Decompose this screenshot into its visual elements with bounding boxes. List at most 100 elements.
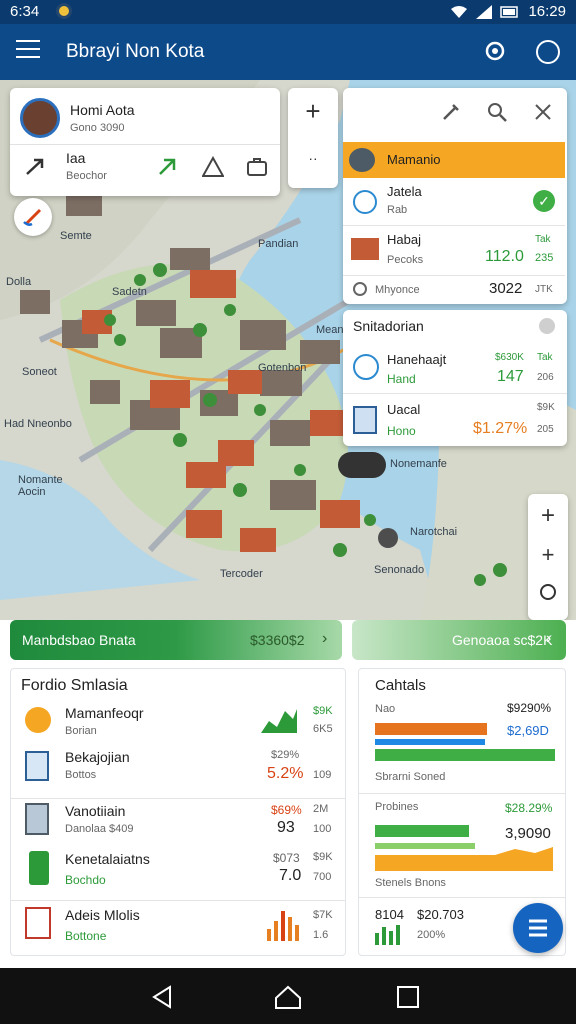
recents-icon[interactable] [396,985,420,1009]
shadow-item-title: Uacal [387,402,421,417]
menu-icon[interactable] [16,40,40,60]
r1-bar-orange [375,723,487,735]
wifi-icon [451,5,468,18]
map-controls: + + [528,494,568,620]
map-label: Nomante Aocin [18,474,63,498]
signal-icon [476,4,493,19]
results-header[interactable]: Mamanio [343,142,565,178]
banner-right[interactable]: Genoaoa sc$2K › [352,620,566,660]
r1-bar-green [375,749,555,761]
list-item[interactable]: Kenetalaiatns Bochdo $073 7.0 $9K 700 [11,849,345,901]
settings-icon[interactable] [539,318,555,334]
result-value: 3022 [489,280,523,297]
s1-label: Sbrarni Soned [375,771,446,783]
item-title: Vanotiiain [65,803,126,819]
item-value3: $9K [313,851,333,863]
briefcase-icon[interactable] [246,156,268,178]
item-title: Bekajojian [65,749,130,765]
list-item[interactable]: Bekajojian Bottos $29% 5.2% 109 [11,749,345,799]
location-settings-icon[interactable] [482,38,508,64]
map-label: Sadetn [112,286,147,298]
f3-value: 200% [417,929,446,941]
item-sub: Bottone [65,929,107,943]
map-view[interactable]: Semte Pandian Dolla Sadetn Soneot Gotenb… [0,80,576,620]
home-icon[interactable] [274,984,302,1010]
list-item[interactable]: Mamanfeoqr Borian $9K 6K5 [11,701,345,751]
directions-icon[interactable] [156,156,178,178]
shadow-item-value: 147 [497,368,524,385]
item-value: $073 [273,851,300,865]
zoom-in-small-button[interactable]: + [528,502,568,532]
badge-icon [25,707,51,733]
shadow-row[interactable]: Uacal Hono $1.27% $9K 205 [343,396,567,444]
area-chart [375,847,553,871]
warning-icon[interactable] [202,156,224,178]
shadow-row[interactable]: Hanehaajt Hand 147 $630K Tak 206 [343,342,567,394]
item-sub: Bochdo [65,873,106,887]
report-icon [25,907,51,939]
item-value: $29% [271,749,300,761]
zoom-card: + ·· [288,88,338,188]
item-value2: 1.6 [313,929,329,941]
target-icon [353,354,379,380]
list-item[interactable]: Vanotiiain Danolaa $409 $69% 93 2M 100 [11,799,345,851]
radio-icon[interactable] [353,282,367,296]
list-item[interactable]: Adeis Mlolis Bottone $7K 1.6 [11,901,345,955]
item-title: Mamanfeoqr [65,705,144,721]
s2-label: Stenels Bnons [375,877,446,889]
r1-value: $9290% [507,701,552,715]
search-icon[interactable] [487,102,507,122]
r1-value2: $2,69D [507,723,549,738]
divider [359,897,565,898]
r2-value2: 3,9090 [505,825,551,842]
status-time: 6:34 [10,3,40,20]
back-icon[interactable] [150,984,176,1010]
profile-sub: Gono 3090 [70,122,125,134]
r2-label: Probines [375,801,419,813]
left-panel: Fordio Smlasia Mamanfeoqr Borian $9K 6K5… [10,668,346,956]
right-panel: Cahtals Nao $9290% $2,69D Sbrarni Soned … [358,668,566,956]
item-value: $9K [313,705,333,717]
banner-right-text: Genoaoa sc$2K [452,632,553,648]
banner-left[interactable]: Manbdsbao Bnata $3360$2 › [10,620,342,660]
layers-button[interactable] [14,198,52,236]
building-icon [25,803,49,835]
map-label: Had Nneonbo [4,418,72,430]
route-icon[interactable] [24,156,46,178]
info-icon [353,190,377,214]
zoom-in-button[interactable]: + [288,96,338,132]
check-icon[interactable]: ✓ [533,190,555,212]
result-title: Habaj [387,232,421,247]
item-value2: 6K5 [313,723,333,735]
compass-icon[interactable] [540,584,556,600]
item-value3: 109 [313,769,332,781]
map-label: Soneot [22,366,57,378]
close-icon[interactable] [533,102,553,122]
result-row[interactable]: Jatela Rab ✓ [343,178,565,226]
map-label: Narotchai [410,526,458,538]
fab-menu-button[interactable] [513,903,563,953]
more-icon[interactable]: ·· [288,150,338,176]
item-value4: 700 [313,871,332,883]
result-row[interactable]: Habaj Pecoks 112.0 Tak 235 [343,228,565,276]
item-sub: Danolaa $409 [65,823,134,835]
result-row[interactable]: Mhyonce 3022 JTK [343,278,565,302]
shadow-item-title: Hanehaajt [387,352,447,367]
zoom-in-alt-button[interactable]: + [528,542,568,572]
bar-chart-icon [267,911,299,941]
f2-value: $20.703 [417,907,464,922]
avatar [20,98,60,138]
route-sub: Beochor [66,170,107,182]
profile-circle-icon[interactable] [536,40,560,64]
tools-icon[interactable] [441,102,461,122]
profile-card[interactable]: Homi Aota Gono 3090 Iaa Beochor [10,88,280,196]
result-value3: 235 [535,252,554,264]
item-value2: 7.0 [279,867,302,884]
result-sub: Pecoks [387,254,424,266]
item-value2: 93 [277,819,295,836]
app-bar: Bbrayi Non Kota [0,24,576,80]
item-title: Adeis Mlolis [65,907,140,923]
shadow-item-value2: $9K [537,402,555,413]
map-label: Dolla [6,276,32,288]
status-bar: 6:34 16:29 [0,0,576,24]
